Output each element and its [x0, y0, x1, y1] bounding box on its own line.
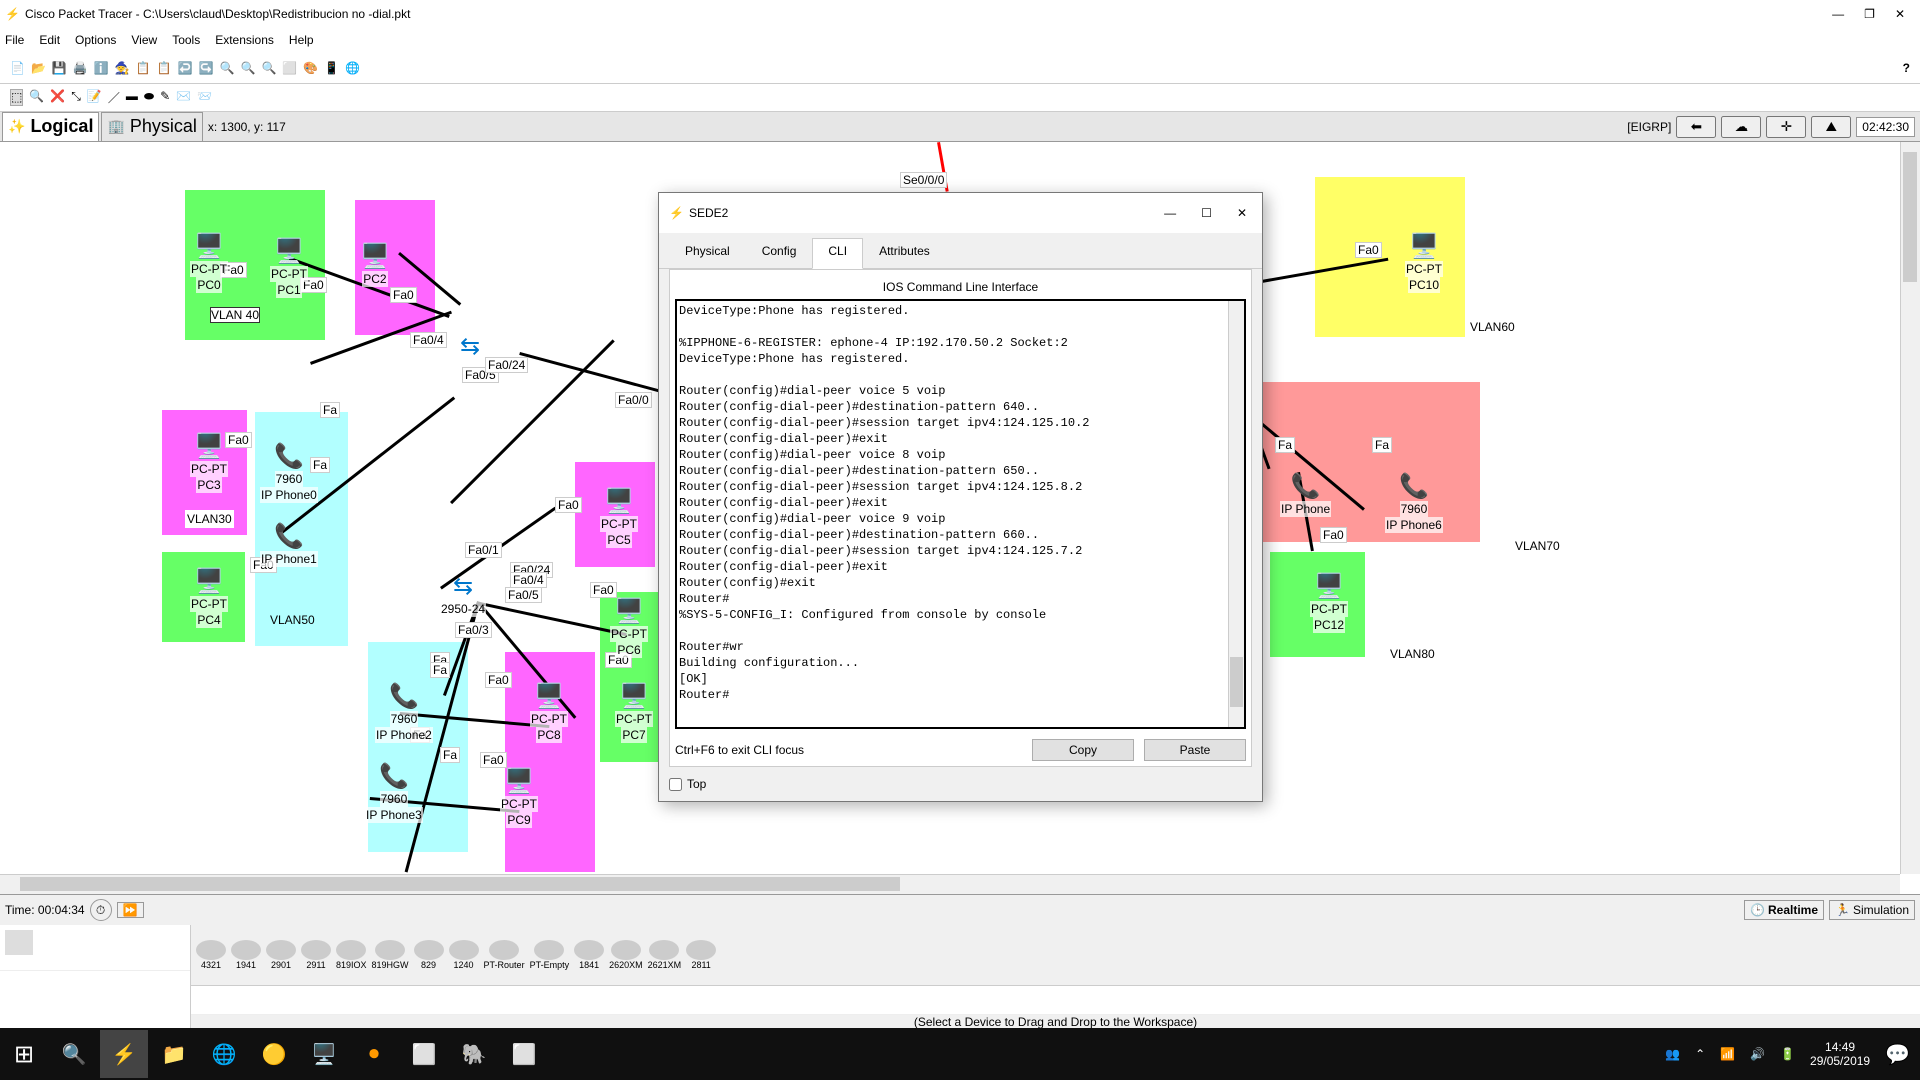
menu-item[interactable]: Extensions: [215, 33, 274, 47]
print-icon[interactable]: 🖨️: [73, 61, 88, 75]
menu-bar: File Edit Options View Tools Extensions …: [0, 28, 1920, 52]
logical-tab[interactable]: ✨ Logical: [2, 111, 100, 142]
copy-button[interactable]: Copy: [1032, 739, 1134, 761]
tab-config[interactable]: Config: [746, 238, 813, 268]
line-tool[interactable]: ／: [108, 89, 120, 106]
main-toolbar: 📄 📂 💾 🖨️ ℹ️ 🧙 📋 📋 ↩️ ↪️ 🔍 🔍 🔍 ⬜ 🎨 📱 🌐 ?: [0, 52, 1920, 84]
zoom-out-icon[interactable]: 🔍: [261, 61, 276, 75]
simulation-timer[interactable]: ⏱: [89, 899, 112, 921]
window-title: Cisco Packet Tracer - C:\Users\claud\Des…: [24, 7, 411, 21]
device-model-list[interactable]: 4321 1941 2901 2911 819IOX 819HGW 829 12…: [191, 925, 1920, 1029]
inspect-tool[interactable]: 🔍: [29, 89, 44, 106]
device-model-2811: 2811: [686, 940, 717, 970]
menu-item[interactable]: File: [5, 33, 24, 47]
start-button[interactable]: ⊞: [0, 1030, 48, 1078]
clock-time: 14:49: [1825, 1040, 1856, 1054]
workspace-scrollbar-horizontal[interactable]: [0, 874, 1900, 894]
new-icon[interactable]: 📄: [10, 61, 25, 75]
folder-icon[interactable]: 📁: [150, 1030, 198, 1078]
tab-cli[interactable]: CLI: [812, 238, 864, 269]
copy-icon[interactable]: 📋: [136, 61, 151, 75]
protocol-label: [EIGRP]: [1627, 119, 1672, 134]
dialog-close-button[interactable]: ✕: [1237, 206, 1247, 220]
menu-item[interactable]: Options: [75, 33, 116, 47]
taskbar: ⊞ 🔍 ⚡ 📁 🌐 🟡 🖥️ ⏺ ⬜ 🐘 ⬜ 👥 ⌃ 📶 🔊 🔋 14:49 2…: [0, 1028, 1920, 1080]
realtime-button[interactable]: 🕒 Realtime: [1744, 900, 1825, 920]
cloud-button[interactable]: ☁: [1721, 115, 1762, 138]
menu-item[interactable]: Tools: [172, 33, 200, 47]
fast-forward-button[interactable]: ⏩: [116, 902, 144, 918]
physical-tab[interactable]: 🏢 Physical: [101, 111, 203, 142]
open-icon[interactable]: 📂: [31, 61, 46, 75]
palette-icon[interactable]: 🎨: [303, 61, 318, 75]
bottom-pane: Time: 00:04:34 ⏱ ⏩ 🕒 Realtime 🏃 Simulati…: [0, 894, 1920, 1029]
wizard-icon[interactable]: 🧙: [115, 61, 130, 75]
network-info-icon[interactable]: 🌐: [345, 61, 360, 75]
select-tool[interactable]: ⬚: [10, 89, 24, 106]
info-icon[interactable]: ℹ️: [94, 61, 109, 75]
pdu-simple-tool[interactable]: ✉️: [176, 89, 191, 106]
note-tool[interactable]: 📝: [87, 89, 102, 106]
undo-icon[interactable]: ↩️: [178, 61, 193, 75]
chrome-icon[interactable]: 🟡: [250, 1030, 298, 1078]
drawing-icon[interactable]: ⬜: [282, 61, 297, 75]
rect-tool[interactable]: ▬: [126, 89, 138, 106]
title-bar: ⚡ Cisco Packet Tracer - C:\Users\claud\D…: [0, 0, 1920, 28]
top-checkbox[interactable]: [669, 777, 682, 791]
save-icon[interactable]: 💾: [52, 61, 67, 75]
paste-icon[interactable]: 📋: [157, 61, 172, 75]
dialog-tabs: Physical Config CLI Attributes: [659, 233, 1262, 269]
delete-tool[interactable]: ❌: [50, 89, 65, 106]
back-button[interactable]: ⬅: [1676, 115, 1717, 138]
sub-toolbar: ⬚ 🔍 ❌ ⤡ 📝 ／ ▬ ⬬ ✎ ✉️ 📨: [0, 84, 1920, 112]
zoom-in-icon[interactable]: 🔍: [220, 61, 235, 75]
search-button[interactable]: 🔍: [50, 1030, 98, 1078]
ellipse-tool[interactable]: ⬬: [144, 89, 154, 106]
workspace-scrollbar-vertical[interactable]: [1900, 142, 1920, 874]
notification-button[interactable]: 💬: [1885, 1042, 1910, 1067]
device-model-4321: 4321: [196, 940, 226, 970]
status-text: (Select a Device to Drag and Drop to the…: [913, 1015, 1198, 1029]
custom-device-icon[interactable]: 📱: [324, 61, 339, 75]
pdu-complex-tool[interactable]: 📨: [197, 89, 212, 106]
redo-icon[interactable]: ↪️: [199, 61, 214, 75]
freeform-tool[interactable]: ✎: [160, 89, 170, 106]
tab-physical[interactable]: Physical: [669, 238, 746, 268]
clock-date: 29/05/2019: [1810, 1054, 1871, 1068]
cli-terminal[interactable]: DeviceType:Phone has registered. %IPPHON…: [675, 299, 1246, 729]
device-category-panel[interactable]: [0, 925, 191, 1029]
zoom-reset-icon[interactable]: 🔍: [240, 61, 255, 75]
modal-dialog[interactable]: ⚡ SEDE2 — ☐ ✕ Physical Config CLI Attrib…: [658, 192, 1263, 802]
menu-item[interactable]: Help: [289, 33, 314, 47]
time-label: Time: 00:04:34: [5, 903, 85, 917]
move-button[interactable]: ✛: [1766, 115, 1807, 138]
background-button[interactable]: ⛰: [1811, 115, 1852, 138]
menu-item[interactable]: View: [131, 33, 157, 47]
paste-button[interactable]: Paste: [1144, 739, 1246, 761]
tab-attributes[interactable]: Attributes: [863, 238, 946, 268]
help-icon[interactable]: ?: [1903, 61, 1910, 75]
logical-physical-bar: ✨ Logical 🏢 Physical x: 1300, y: 117 [EI…: [0, 111, 1920, 142]
cli-text: DeviceType:Phone has registered. %IPPHON…: [679, 304, 1090, 702]
minimize-button[interactable]: —: [1832, 7, 1844, 21]
dialog-title-bar: ⚡ SEDE2 — ☐ ✕: [659, 193, 1262, 233]
close-button[interactable]: ✕: [1895, 7, 1905, 21]
app-icon: ⚡: [5, 7, 20, 21]
coordinates-display: x: 1300, y: 117: [207, 119, 286, 134]
resize-tool[interactable]: ⤡: [71, 89, 81, 106]
maximize-button[interactable]: ❐: [1864, 7, 1875, 21]
timer-label: 02:42:30: [1862, 119, 1909, 134]
menu-item[interactable]: Edit: [39, 33, 60, 47]
simulation-button[interactable]: 🏃 Simulation: [1829, 900, 1915, 920]
